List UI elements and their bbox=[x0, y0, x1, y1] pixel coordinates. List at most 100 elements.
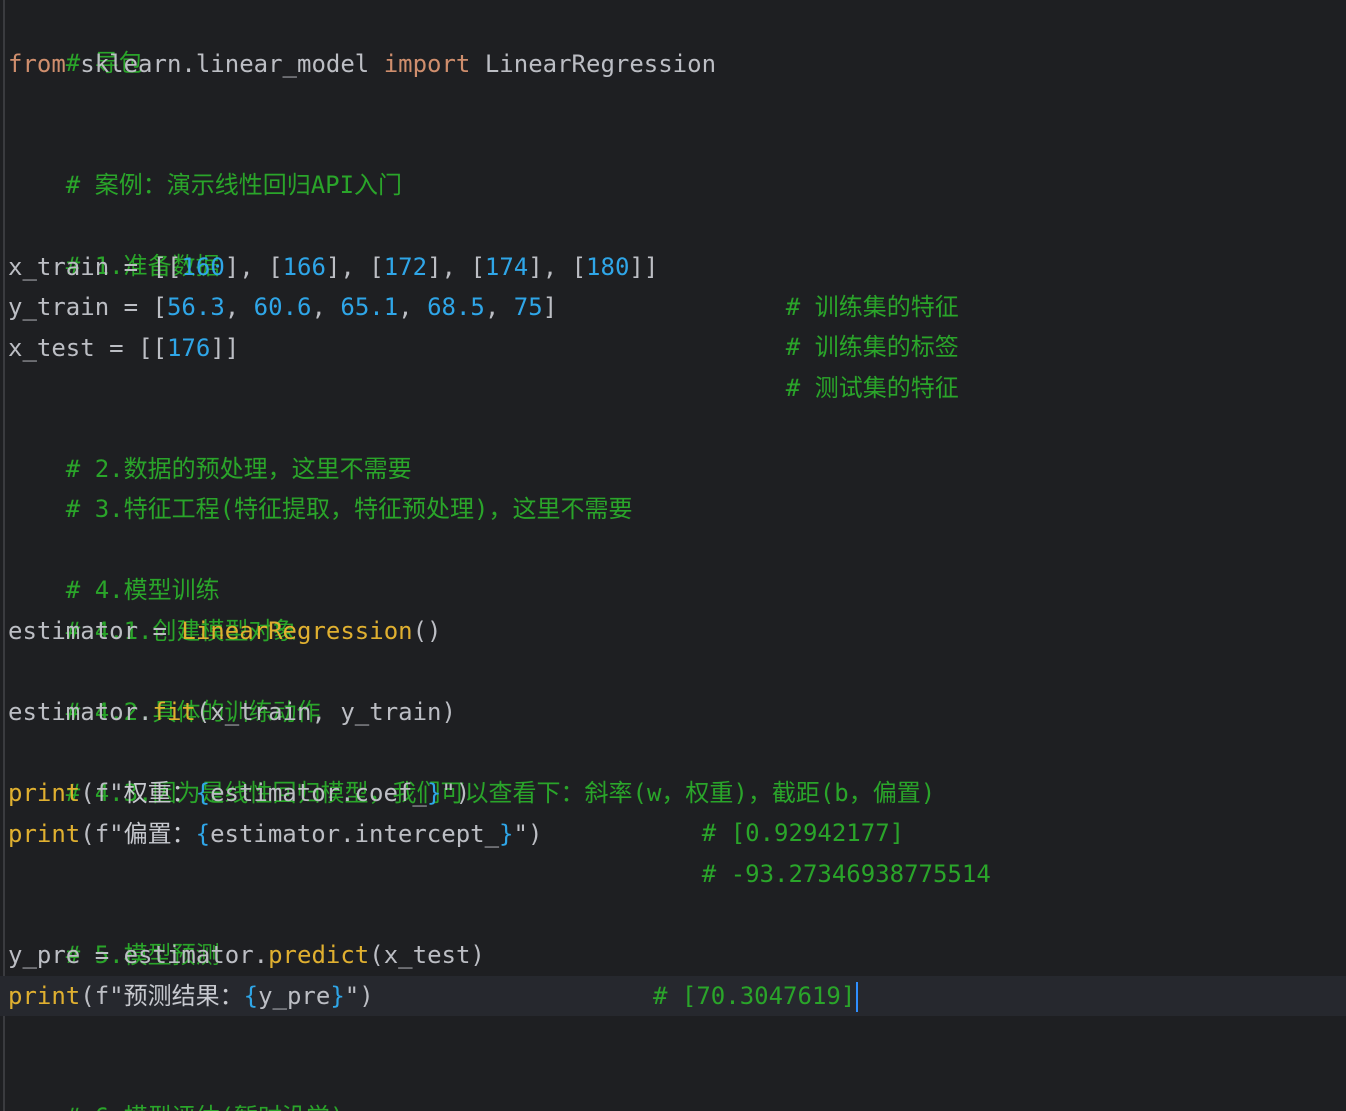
string-text: 预测结果： bbox=[123, 982, 244, 1010]
code-line-18[interactable]: estimator.fit(x_train, y_train) bbox=[8, 692, 456, 732]
parentheses: () bbox=[412, 617, 442, 645]
function-call: LinearRegression bbox=[181, 617, 413, 645]
class-name: LinearRegression bbox=[484, 50, 717, 78]
variable: y_pre bbox=[8, 941, 81, 969]
comment: # 案例：演示线性回归API入门 bbox=[65, 171, 403, 199]
string-open: (f" bbox=[80, 982, 124, 1010]
keyword-from: from bbox=[8, 50, 66, 78]
method-call: fit bbox=[152, 698, 196, 726]
code-line-7-comment: # 训练集的特征 bbox=[728, 247, 959, 321]
code-line-14[interactable]: # 4.模型训练 bbox=[8, 530, 220, 604]
code-line-20-comment: # [0.92942177] bbox=[644, 773, 904, 847]
comment: # [70.3047619] bbox=[653, 982, 856, 1010]
operator: = bbox=[80, 941, 124, 969]
text-caret bbox=[856, 982, 859, 1012]
string-text: 权重： bbox=[123, 779, 196, 807]
operator: = bbox=[109, 253, 153, 281]
code-line-25-comment: # [70.3047619] bbox=[653, 976, 859, 1016]
code-line-20[interactable]: print(f"权重：{estimator.coef_}") bbox=[8, 773, 470, 813]
operator: = bbox=[109, 293, 153, 321]
comment: # 3.特征工程(特征提取，特征预处理)，这里不需要 bbox=[65, 495, 633, 523]
code-line-21[interactable]: print(f"偏置：{estimator.intercept_}") bbox=[8, 814, 542, 854]
method-call: predict bbox=[268, 941, 370, 969]
operator: = bbox=[94, 334, 139, 362]
print-call: print bbox=[8, 982, 81, 1010]
brace: { bbox=[195, 779, 211, 807]
bracket: ] bbox=[542, 293, 558, 321]
code-line-23[interactable]: # 5.模型预测 bbox=[8, 895, 220, 969]
separator: ], [ bbox=[427, 253, 485, 281]
brace: { bbox=[243, 982, 259, 1010]
number: 160 bbox=[181, 253, 225, 281]
number: 174 bbox=[484, 253, 529, 281]
string-text: 偏置： bbox=[123, 820, 196, 848]
bracket: ]] bbox=[629, 253, 659, 281]
code-line-9[interactable]: x_test = [[176]] bbox=[8, 328, 239, 368]
brace: { bbox=[195, 820, 211, 848]
number: 172 bbox=[383, 253, 428, 281]
separator: , bbox=[484, 293, 514, 321]
string-open: (f" bbox=[80, 820, 124, 848]
code-line-17[interactable]: # 4.2.具体的训练动作 bbox=[8, 652, 321, 726]
code-line-12[interactable]: # 3.特征工程(特征提取，特征预处理)，这里不需要 bbox=[8, 449, 633, 523]
object: estimator. bbox=[123, 941, 269, 969]
separator: ], [ bbox=[325, 253, 384, 281]
arguments: (x_train, y_train) bbox=[195, 698, 456, 726]
separator: , bbox=[311, 293, 341, 321]
number: 60.6 bbox=[253, 293, 312, 321]
editor-gutter-border bbox=[3, 0, 5, 1111]
comment: # 6.模型评估(暂时没学) bbox=[66, 1103, 345, 1111]
variable: estimator bbox=[8, 617, 139, 645]
comment: # -93.27346938775514 bbox=[701, 860, 991, 888]
code-line-16[interactable]: estimator = LinearRegression() bbox=[8, 611, 442, 651]
code-line-15[interactable]: # 4.1.创建模型对象 bbox=[8, 571, 297, 645]
code-line-19[interactable]: # 4.3.因为是线性回归模型，我们可以查看下：斜率(w，权重)，截距(b，偏置… bbox=[8, 733, 935, 807]
keyword-import: import bbox=[383, 50, 471, 78]
code-line-11[interactable]: # 2.数据的预处理，这里不需要 bbox=[8, 409, 412, 483]
code-line-27[interactable]: # 6.模型评估(暂时没学) bbox=[8, 1057, 345, 1111]
code-line-25[interactable]: print(f"预测结果：{y_pre}") bbox=[8, 976, 374, 1016]
separator: , bbox=[224, 293, 254, 321]
code-line-9-comment: # 测试集的特征 bbox=[728, 328, 959, 402]
code-line-4[interactable]: # 案例：演示线性回归API入门 bbox=[8, 125, 402, 199]
code-line-21-comment: # -93.27346938775514 bbox=[644, 814, 991, 888]
code-editor[interactable]: # 导包 from sklearn.linear_model import Li… bbox=[0, 0, 1346, 1111]
bracket: [[ bbox=[138, 334, 167, 362]
number: 56.3 bbox=[166, 293, 225, 321]
operator: = bbox=[138, 617, 182, 645]
number: 166 bbox=[282, 253, 326, 281]
module-name: sklearn.linear_model bbox=[80, 50, 370, 78]
number: 65.1 bbox=[340, 293, 399, 321]
object: estimator. bbox=[8, 698, 153, 726]
separator: ], [ bbox=[224, 253, 283, 281]
string-close: ") bbox=[513, 820, 543, 848]
number: 68.5 bbox=[427, 293, 485, 321]
bracket: ]] bbox=[210, 334, 240, 362]
code-line-7[interactable]: x_train = [[160], [166], [172], [174], [… bbox=[8, 247, 658, 287]
brace: } bbox=[330, 982, 345, 1010]
string-close: ") bbox=[441, 779, 471, 807]
number: 75 bbox=[513, 293, 543, 321]
separator: , bbox=[398, 293, 428, 321]
string-open: (f" bbox=[80, 779, 124, 807]
variable: x_train bbox=[8, 253, 110, 281]
number: 176 bbox=[166, 334, 211, 362]
expression: y_pre bbox=[258, 982, 331, 1010]
code-line-6[interactable]: # 1.准备数据 bbox=[8, 206, 220, 280]
code-line-1[interactable]: # 导包 bbox=[8, 3, 143, 77]
variable: y_train bbox=[8, 293, 110, 321]
print-call: print bbox=[8, 779, 81, 807]
comment: # 测试集的特征 bbox=[785, 374, 959, 402]
number: 180 bbox=[586, 253, 630, 281]
code-line-8-comment: # 训练集的标签 bbox=[728, 287, 959, 361]
code-line-8[interactable]: y_train = [56.3, 60.6, 65.1, 68.5, 75] bbox=[8, 287, 557, 327]
bracket: [ bbox=[152, 293, 167, 321]
code-line-24[interactable]: y_pre = estimator.predict(x_test) bbox=[8, 935, 485, 975]
string-close: ") bbox=[344, 982, 374, 1010]
print-call: print bbox=[8, 820, 81, 848]
separator: ], [ bbox=[528, 253, 587, 281]
brace: } bbox=[426, 779, 442, 807]
expression: estimator.coef_ bbox=[210, 779, 427, 807]
bracket: [[ bbox=[152, 253, 182, 281]
code-line-2[interactable]: from sklearn.linear_model import LinearR… bbox=[8, 44, 716, 84]
